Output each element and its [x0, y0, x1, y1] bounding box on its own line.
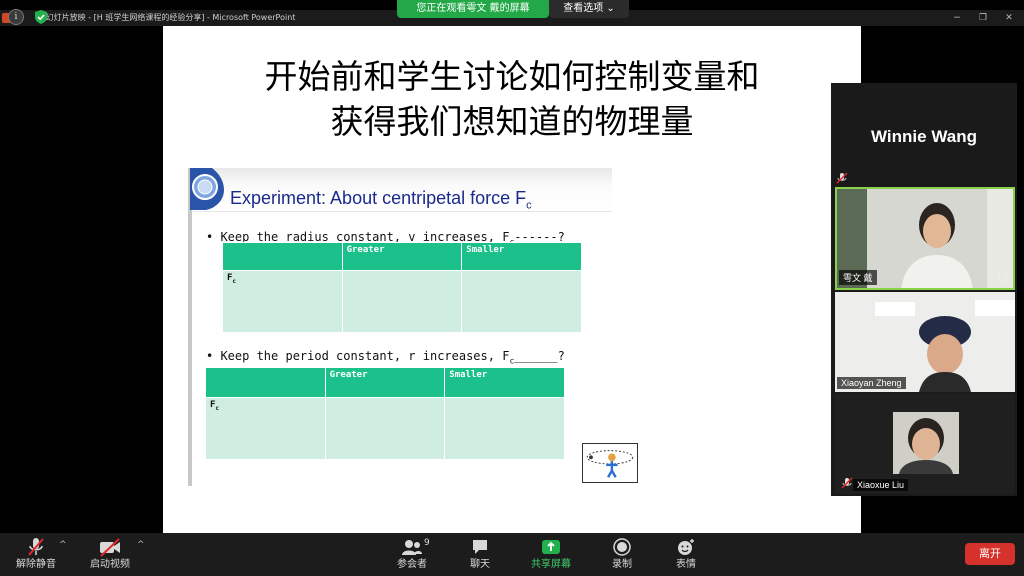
- minimize-icon[interactable]: −: [952, 13, 962, 23]
- window-controls: − ❐ ✕: [952, 10, 1014, 26]
- participants-video-panel: Winnie Wang 雩文 戴 Xiaoyan Zheng Xiaoxue L…: [831, 83, 1017, 496]
- table-header-cell: Greater: [324, 367, 446, 398]
- leave-meeting-button[interactable]: 离开: [965, 543, 1015, 565]
- meeting-info-icon[interactable]: i: [8, 9, 24, 25]
- shared-slide: 开始前和学生讨论如何控制变量和 获得我们想知道的物理量 Experiment: …: [163, 26, 861, 533]
- video-options-caret-icon[interactable]: ^: [137, 540, 145, 550]
- active-speaker-name: Winnie Wang: [871, 127, 977, 146]
- video-tile[interactable]: Xiaoyan Zheng: [835, 292, 1015, 392]
- encryption-shield-icon[interactable]: [33, 9, 49, 25]
- unmute-button[interactable]: 解除静音: [6, 537, 66, 571]
- reactions-label: 表情: [676, 559, 696, 570]
- chat-button[interactable]: 聊天: [450, 537, 510, 571]
- start-video-button[interactable]: 启动视频: [80, 537, 140, 571]
- participants-label: 参会者: [397, 559, 427, 570]
- video-off-icon: [100, 538, 120, 557]
- table-row-label: Fc: [222, 270, 343, 333]
- muted-mic-icon: [836, 172, 848, 184]
- table-row-label: Fc: [205, 397, 326, 460]
- start-video-label: 启动视频: [90, 559, 130, 570]
- participant-name: 雩文 戴: [839, 270, 877, 285]
- embedded-experiment-slide: Experiment: About centripetal force Fc •…: [188, 168, 638, 486]
- slide-title-line-1: 开始前和学生讨论如何控制变量和: [264, 57, 760, 96]
- experiment-header: Experiment: About centripetal force Fc: [190, 168, 612, 212]
- participants-icon: [402, 540, 422, 555]
- table-header-row: Greater Smaller: [205, 367, 565, 398]
- share-screen-label: 共享屏幕: [531, 559, 571, 570]
- muted-mic-icon: [841, 477, 853, 489]
- experiment-table-1: Greater Smaller Fc: [222, 242, 582, 333]
- table-cell: [341, 270, 463, 333]
- table-row: Fc: [222, 270, 582, 333]
- participants-button[interactable]: 参会者: [382, 537, 442, 571]
- expand-icon[interactable]: [998, 273, 1007, 282]
- slide-title: 开始前和学生讨论如何控制变量和 获得我们想知道的物理量: [163, 54, 861, 144]
- audio-options-caret-icon[interactable]: ^: [59, 540, 67, 550]
- child-swinging-illustration: [582, 443, 638, 483]
- bullet-period-constant: • Keep the period constant, r increases,…: [206, 349, 565, 366]
- table-header-cell: [205, 367, 326, 398]
- close-icon[interactable]: ✕: [1004, 13, 1014, 23]
- record-button[interactable]: 录制: [592, 537, 652, 571]
- restore-icon[interactable]: ❐: [978, 13, 988, 23]
- table-header-cell: Greater: [341, 242, 463, 271]
- experiment-table-2: Greater Smaller Fc: [205, 367, 565, 460]
- table-header-cell: Smaller: [461, 242, 582, 271]
- participant-name: Xiaoyan Zheng: [837, 377, 906, 389]
- table-cell: [324, 397, 446, 460]
- table-cell: [444, 397, 565, 460]
- video-tile[interactable]: Xiaoxue Liu: [835, 394, 1015, 494]
- viewing-screen-banner: 您正在观看雩文 戴的屏幕: [397, 0, 549, 18]
- share-screen-icon: [542, 540, 560, 554]
- chat-icon: [473, 540, 487, 554]
- chat-label: 聊天: [470, 559, 490, 570]
- participant-name: Xiaoxue Liu: [853, 479, 909, 491]
- table-cell: [461, 270, 582, 333]
- muted-mic-icon: [28, 538, 44, 556]
- reactions-button[interactable]: 表情: [656, 537, 716, 571]
- meeting-toolbar: 解除静音 ^ 启动视频 ^ 参会者 9 聊天 共享屏幕 录制 表情 离开: [0, 533, 1024, 576]
- table-row: Fc: [205, 397, 565, 460]
- zoom-meeting-window: t 幻灯片放映 - [H 班学生网络课程的经验分享] - Microsoft P…: [0, 0, 1024, 576]
- slide-title-line-2: 获得我们想知道的物理量: [330, 102, 694, 141]
- share-screen-button[interactable]: 共享屏幕: [521, 537, 581, 571]
- view-options-button[interactable]: 查看选项 ⌄: [549, 0, 629, 18]
- video-tile[interactable]: 雩文 戴: [835, 187, 1015, 290]
- table-header-cell: Smaller: [444, 367, 565, 398]
- window-title: t 幻灯片放映 - [H 班学生网络课程的经验分享] - Microsoft P…: [40, 13, 296, 22]
- experiment-heading: Experiment: About centripetal force Fc: [230, 188, 532, 212]
- record-icon: [613, 538, 631, 556]
- table-header-row: Greater Smaller: [222, 242, 582, 271]
- smiley-icon: [678, 539, 694, 555]
- unmute-label: 解除静音: [16, 559, 56, 570]
- table-header-cell: [222, 242, 343, 271]
- globe-logo-icon: [190, 168, 224, 210]
- participants-count: 9: [424, 538, 430, 548]
- record-label: 录制: [612, 559, 632, 570]
